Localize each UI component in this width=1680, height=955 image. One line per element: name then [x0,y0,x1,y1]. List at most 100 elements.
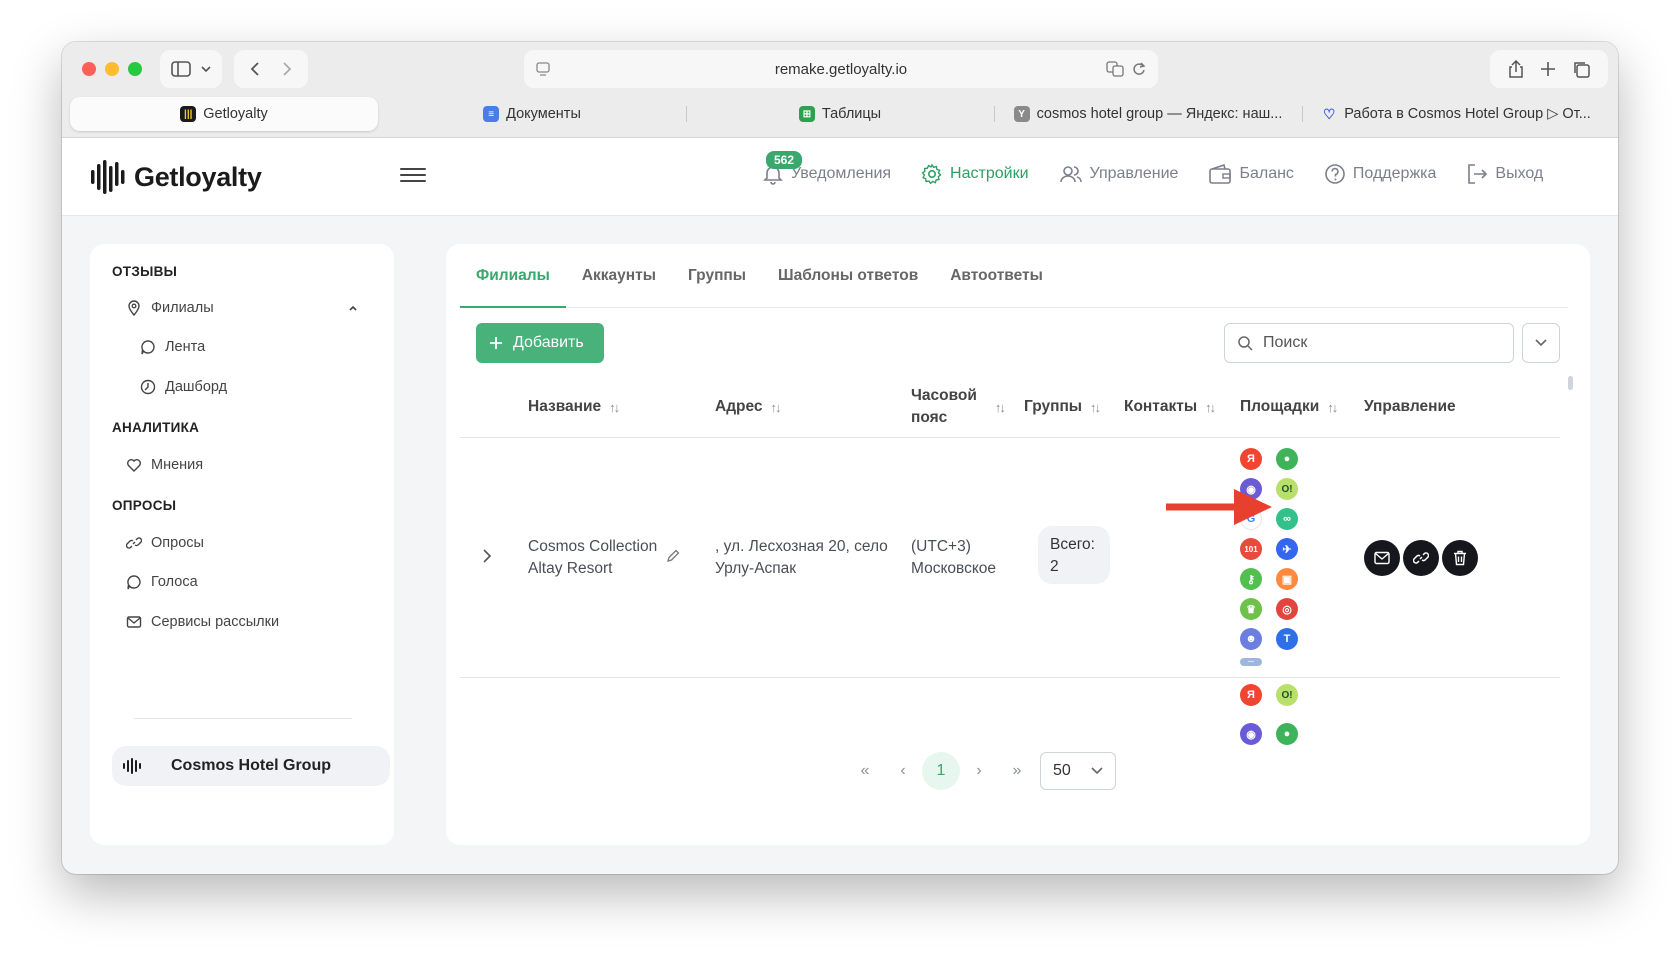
sidebar-item-dashboard[interactable]: Дашборд [140,379,227,395]
nav-notifications[interactable]: 562 Уведомления [762,151,891,185]
page-button[interactable]: 1 [922,752,960,790]
mail-icon [126,616,142,628]
branch-address: , ул. Лесхозная 20, село Урлу-Аспак [715,538,888,577]
platforms-list-row2: Я O! ◉ ● [1240,684,1320,754]
trash-icon [1454,550,1466,566]
tab-label: Getloyalty [203,106,268,122]
column-address[interactable]: Адрес ↑↓ [715,376,782,438]
sidebar-toggle-button[interactable] [160,50,222,88]
browser-tabs: ||| Getloyalty ≡ Документы ⊞ Таблицы Y c… [70,97,1610,131]
link-button[interactable] [1403,540,1439,576]
tab-yandex[interactable]: Y cosmos hotel group — Яндекс: наш... [994,97,1302,131]
per-page-select[interactable]: 50 [1040,752,1116,790]
section-reviews: ОТЗЫВЫ [112,264,178,279]
column-name[interactable]: Название ↑↓ [528,376,620,438]
tab-sheets[interactable]: ⊞ Таблицы [686,97,994,131]
tab-branches[interactable]: Филиалы [460,244,566,308]
nav-balance[interactable]: Баланс [1208,163,1294,185]
sidebar-item-feed[interactable]: Лента [140,339,205,355]
add-branch-button[interactable]: Добавить [476,323,604,363]
tab-reply-templates[interactable]: Шаблоны ответов [762,244,934,307]
nav-logout[interactable]: Выход [1466,163,1543,185]
yandex-icon[interactable]: Я [1240,448,1262,470]
key-icon[interactable]: ⚷ [1240,568,1262,590]
tab-autoreplies[interactable]: Автоответы [934,244,1059,307]
table-scrollbar[interactable] [1568,376,1573,390]
groups-badge[interactable]: Всего: 2 [1038,526,1110,584]
tabs-overview-icon[interactable] [1572,60,1590,78]
chevron-down-icon [1535,339,1547,347]
column-manage: Управление [1364,376,1456,438]
sidebar-item-surveys[interactable]: Опросы [126,535,204,551]
sidebar-item-votes[interactable]: Голоса [126,574,198,590]
nav-label: Управление [1089,165,1179,182]
add-button-label: Добавить [513,334,584,351]
zoom-window-button[interactable] [128,62,142,76]
tab-getloyalty[interactable]: ||| Getloyalty [70,97,378,131]
sidebar-item-label: Опросы [151,535,204,551]
tbank-icon[interactable]: T [1276,628,1298,650]
otzovik-icon[interactable]: O! [1276,684,1298,706]
history-buttons [234,50,308,88]
docs-icon: ≡ [483,106,500,122]
browser-actions [1490,50,1608,88]
search-input[interactable] [1263,334,1483,352]
column-label: Контакты [1124,398,1198,415]
plane-icon[interactable]: ✈ [1276,538,1298,560]
tripadvisor-icon[interactable]: ∞ [1276,508,1298,530]
sidebar-item-branches[interactable]: Филиалы [126,300,358,316]
hotel101-icon[interactable]: 101 [1240,538,1262,560]
plus-icon [490,337,502,349]
yandex-icon: Y [1013,106,1030,122]
organization-switcher[interactable]: Cosmos Hotel Group [112,746,390,786]
nav-settings[interactable]: Настройки [921,163,1029,185]
tab-jobs[interactable]: ♡ Работа в Cosmos Hotel Group ▷ От... [1302,97,1610,131]
sidebar-item-opinions[interactable]: Мнения [126,457,203,473]
filter-dropdown-button[interactable] [1522,323,1560,363]
last-page-button[interactable]: » [998,752,1036,790]
edit-icon[interactable] [666,549,680,563]
small-logo-icon[interactable]: — [1240,658,1262,666]
tab-documents[interactable]: ≡ Документы [378,97,686,131]
expand-row-icon[interactable] [482,548,492,564]
next-page-button[interactable]: › [960,752,998,790]
otzovik-icon[interactable]: O! [1276,478,1298,500]
translate-icon[interactable] [1106,61,1124,77]
menu-toggle-button[interactable] [400,164,426,186]
column-platforms[interactable]: Площадки ↑↓ [1240,376,1338,438]
new-tab-icon[interactable] [1540,61,1556,77]
forward-icon[interactable] [282,61,292,77]
minimize-window-button[interactable] [105,62,119,76]
tab-groups[interactable]: Группы [672,244,762,307]
reload-icon[interactable] [1132,61,1146,77]
tab-label: Документы [506,106,581,122]
target-icon[interactable]: ◎ [1276,598,1298,620]
share-icon[interactable] [1508,60,1524,78]
column-contacts[interactable]: Контакты ↑↓ [1124,376,1216,438]
person-icon[interactable]: ☻ [1240,628,1262,650]
main-panel: Филиалы Аккаунты Группы Шаблоны ответов … [446,244,1590,845]
twogis-icon[interactable]: ● [1276,448,1298,470]
twogis-icon[interactable]: ● [1276,723,1298,745]
orange-icon[interactable]: ▣ [1276,568,1298,590]
column-timezone[interactable]: Часовой пояс ↑↓ [911,376,1006,438]
back-icon[interactable] [250,61,260,77]
address-bar[interactable]: remake.getloyalty.io [524,50,1158,88]
prev-page-button[interactable]: ‹ [884,752,922,790]
notifications-badge: 562 [766,151,803,169]
first-page-button[interactable]: « [846,752,884,790]
mail-button[interactable] [1364,540,1400,576]
tab-accounts[interactable]: Аккаунты [566,244,672,307]
logo[interactable]: Getloyalty [90,158,262,196]
nav-management[interactable]: Управление [1059,163,1179,185]
delete-button[interactable] [1442,540,1478,576]
crown-icon[interactable]: ♛ [1240,598,1262,620]
column-groups[interactable]: Группы ↑↓ [1024,376,1101,438]
nav-support[interactable]: Поддержка [1324,163,1436,185]
yandex-icon[interactable]: Я [1240,684,1262,706]
column-label: Часовой [911,387,977,404]
column-label: Название [528,398,602,415]
globe-icon[interactable]: ◉ [1240,723,1262,745]
close-window-button[interactable] [82,62,96,76]
sidebar-item-mailing[interactable]: Сервисы рассылки [126,614,279,630]
